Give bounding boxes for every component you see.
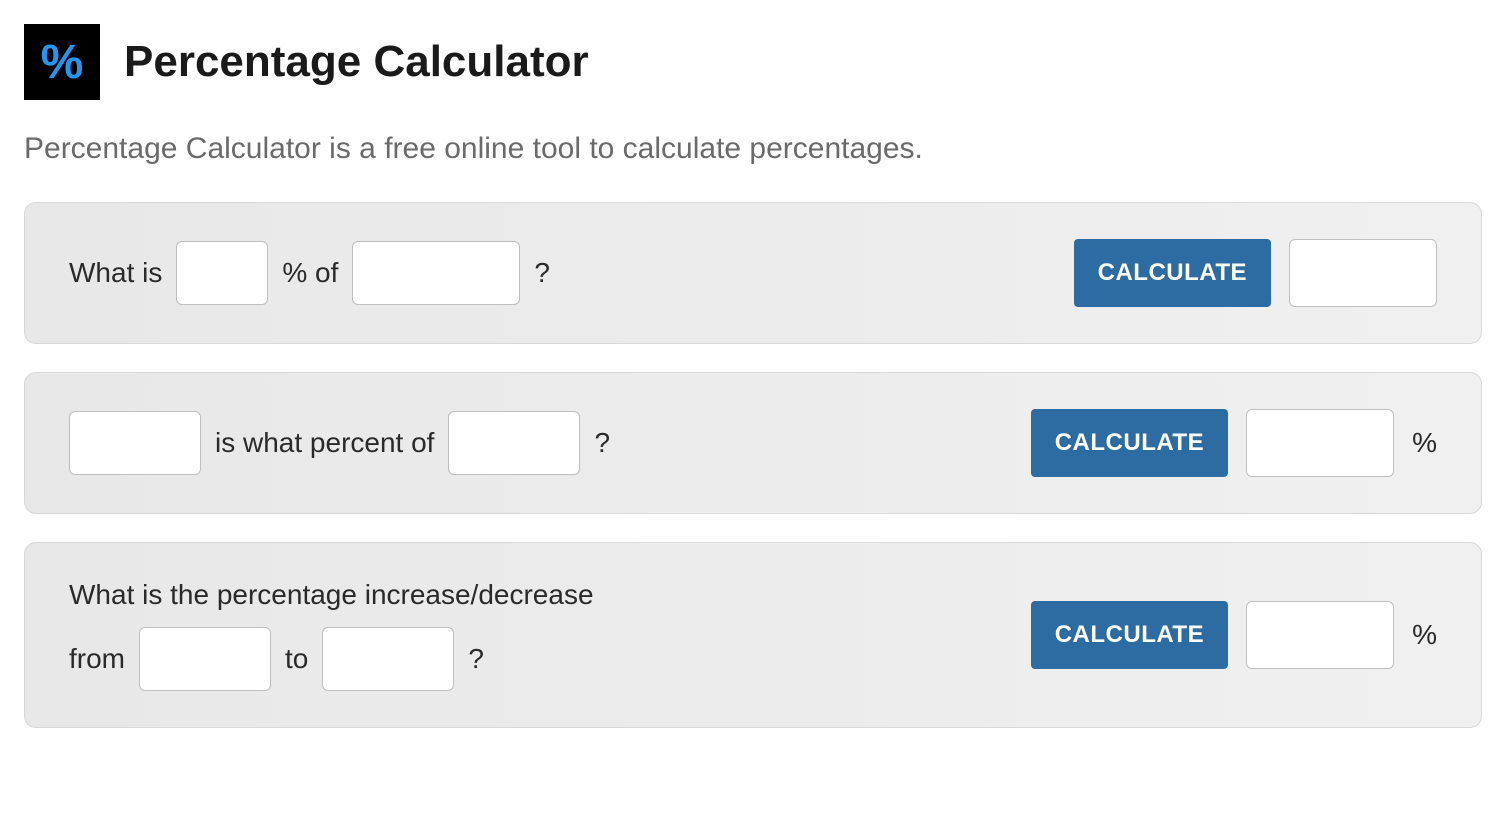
page-header: % Percentage Calculator	[24, 24, 1482, 100]
text-what-is: What is	[69, 257, 162, 289]
text-is-what-percent-of: is what percent of	[215, 427, 434, 459]
result-output[interactable]	[1246, 409, 1394, 477]
calc-left: What is the percentage increase/decrease…	[69, 579, 594, 691]
value-input[interactable]	[352, 241, 520, 305]
page-description: Percentage Calculator is a free online t…	[24, 132, 1482, 166]
percent-logo-icon: %	[24, 24, 100, 100]
page-title: Percentage Calculator	[124, 37, 589, 87]
calc-left: is what percent of ?	[69, 411, 610, 475]
percent-unit-label: %	[1412, 619, 1437, 651]
text-from: from	[69, 643, 125, 675]
to-input[interactable]	[322, 627, 454, 691]
from-input[interactable]	[139, 627, 271, 691]
calculate-button[interactable]: CALCULATE	[1074, 239, 1271, 307]
calc-card-increase-decrease: What is the percentage increase/decrease…	[24, 542, 1482, 728]
text-to: to	[285, 643, 308, 675]
text-question-mark: ?	[468, 643, 484, 675]
percent-symbol: %	[41, 35, 84, 90]
calc-row: What is % of ?	[69, 241, 550, 305]
calc-card-percent-of: What is % of ? CALCULATE	[24, 202, 1482, 344]
text-increase-decrease: What is the percentage increase/decrease	[69, 579, 594, 611]
calc-right: CALCULATE %	[1031, 409, 1437, 477]
result-output[interactable]	[1246, 601, 1394, 669]
text-percent-of: % of	[282, 257, 338, 289]
calc-left: What is % of ?	[69, 241, 550, 305]
calc-right: CALCULATE %	[1031, 601, 1437, 669]
percent-unit-label: %	[1412, 427, 1437, 459]
calc-right: CALCULATE	[1074, 239, 1437, 307]
calc-card-what-percent: is what percent of ? CALCULATE %	[24, 372, 1482, 514]
calc-row: is what percent of ?	[69, 411, 610, 475]
calc-row-line1: What is the percentage increase/decrease	[69, 579, 594, 611]
percent-input[interactable]	[176, 241, 268, 305]
text-question-mark: ?	[534, 257, 550, 289]
text-question-mark: ?	[594, 427, 610, 459]
result-output[interactable]	[1289, 239, 1437, 307]
value-b-input[interactable]	[448, 411, 580, 475]
calc-row-line2: from to ?	[69, 627, 594, 691]
value-a-input[interactable]	[69, 411, 201, 475]
calculate-button[interactable]: CALCULATE	[1031, 601, 1228, 669]
calculate-button[interactable]: CALCULATE	[1031, 409, 1228, 477]
